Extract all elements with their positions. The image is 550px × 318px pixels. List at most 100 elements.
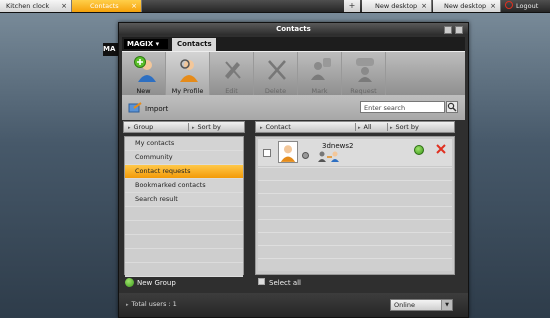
group-item-contact-requests[interactable]: Contact requests [125,165,243,179]
profile-icon [180,59,198,82]
contact-checkbox[interactable] [263,149,271,157]
offline-status-icon [302,152,309,159]
table-row [258,180,452,193]
request-icon [356,58,374,82]
taskbar-tab-new-desktop-1[interactable]: New desktop × [362,0,432,12]
window-title: Contacts [276,25,311,33]
select-all-toggle[interactable]: Select all [258,278,301,287]
group-item-my-contacts[interactable]: My contacts [125,137,243,151]
mark-button[interactable]: Mark [298,52,342,96]
new-group-label: New Group [137,279,176,287]
toolbar: New My Profile Edit Delete Mark Request [122,51,465,96]
tab-label: Kitchen clock [6,2,50,10]
search-icon [447,102,457,112]
close-icon[interactable]: × [490,0,496,12]
tab-contacts-label: Contacts [177,40,212,48]
search-input[interactable]: Enter search [360,101,445,113]
list-item-empty [125,249,243,263]
my-profile-button[interactable]: My Profile [166,52,210,96]
pending-request-icon [318,151,339,162]
status-select[interactable]: Online ▼ [390,299,453,311]
accept-request-icon[interactable] [414,145,424,155]
power-icon [505,1,513,9]
list-item-empty [125,207,243,221]
avatar [278,141,298,163]
reject-request-icon[interactable] [435,143,447,155]
mark-label: Mark [311,87,328,95]
list-item-empty [125,263,243,277]
group-item-community[interactable]: Community [125,151,243,165]
status-value: Online [394,301,415,309]
new-label: New [136,87,151,95]
info-bar: Import Enter search [122,95,465,120]
status-bar: Total users : 1 Online ▼ [119,293,468,317]
list-item-empty [125,235,243,249]
taskbar-tab-new-desktop-2[interactable]: New desktop × [433,0,501,12]
magix-menu-button[interactable]: MAGIX ▾ [124,39,168,49]
group-sort-by[interactable]: Sort by [192,122,221,132]
new-contact-icon [134,56,156,82]
contacts-window: Contacts MAGIX ▾ Contacts ▸ New My Profi… [118,22,469,318]
minimize-button[interactable] [444,26,452,34]
close-icon[interactable]: × [421,0,427,12]
select-all-checkbox[interactable] [258,278,265,285]
import-icon [128,102,142,113]
contact-sort-by[interactable]: Sort by [390,122,419,132]
edit-button[interactable]: Edit [210,52,254,96]
table-row [258,193,452,206]
new-button[interactable]: New [122,52,166,96]
contact-name: 3dnews2 [322,142,354,150]
new-group-button[interactable]: New Group [125,278,176,287]
table-row [258,206,452,219]
request-label: Request [350,87,377,95]
list-item-empty [125,221,243,235]
window-titlebar[interactable]: Contacts [119,23,468,35]
tab-contacts[interactable]: Contacts ▸ [172,38,216,61]
group-list: My contacts Community Contact requests B… [124,136,244,277]
edit-icon [225,61,241,79]
select-all-label: Select all [269,279,301,287]
contact-header: Contact All Sort by [255,121,455,133]
close-icon[interactable]: × [61,0,67,12]
taskbar-tab-contacts[interactable]: Contacts × [72,0,142,12]
total-users: Total users : 1 [126,300,177,308]
new-tab-button[interactable]: + [344,0,360,12]
request-button[interactable]: Request [342,52,386,96]
contact-row[interactable]: 3dnews2 [258,139,452,166]
maximize-button[interactable] [455,26,463,34]
tab-label: New desktop [375,2,418,10]
table-row [258,232,452,245]
table-row [258,258,452,271]
header-divider [387,123,388,131]
brand-label: MAGIX [127,40,154,48]
group-column-header[interactable]: Group [128,122,154,132]
tab-label: New desktop [444,2,487,10]
chevron-down-icon[interactable]: ▼ [441,300,452,310]
import-label: Import [145,105,169,113]
delete-button[interactable]: Delete [254,52,298,96]
logout-label: Logout [516,2,539,10]
table-row [258,245,452,258]
import-button[interactable]: Import [128,102,168,114]
table-row [258,219,452,232]
group-header: Group Sort by [123,121,245,133]
contact-filter[interactable]: All [358,122,372,132]
delete-icon [268,60,286,80]
group-item-bookmarked-contacts[interactable]: Bookmarked contacts [125,179,243,193]
taskbar-tab-kitchen-clock[interactable]: Kitchen clock × [0,0,72,12]
close-icon[interactable]: × [131,0,137,12]
tab-label: Contacts [90,2,119,10]
table-row [258,167,452,180]
add-icon [125,278,134,287]
edit-label: Edit [225,87,238,95]
mark-icon [311,58,331,80]
taskbar: Kitchen clock × Contacts × + New desktop… [0,0,550,13]
group-item-search-result[interactable]: Search result [125,193,243,207]
logout-button[interactable]: Logout [505,0,550,12]
my-profile-label: My Profile [171,87,204,95]
search-button[interactable] [446,101,458,113]
delete-label: Delete [264,87,287,95]
contact-column-header[interactable]: Contact [260,122,291,132]
header-divider [355,123,356,131]
contact-list: 3dnews2 [255,136,455,275]
